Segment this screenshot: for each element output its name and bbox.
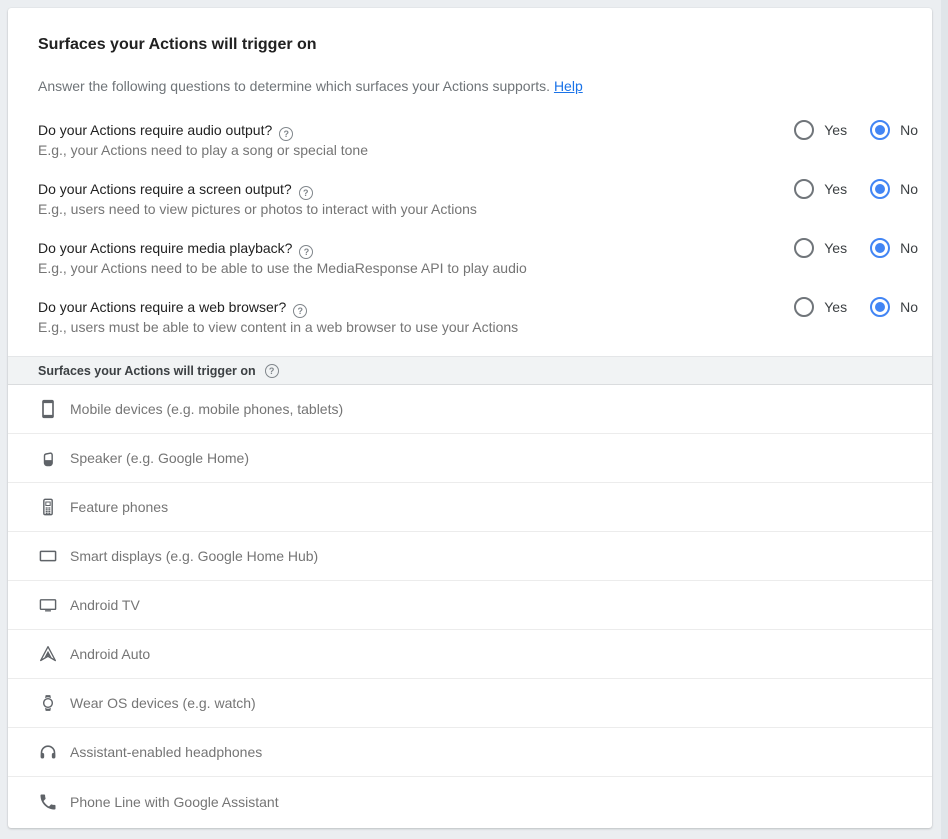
radio-group: Yes No [794,179,918,199]
surface-label: Mobile devices (e.g. mobile phones, tabl… [70,401,343,417]
question-text: Do your Actions require media playback? [38,240,292,256]
radio-yes-label[interactable]: Yes [824,240,847,256]
radio-yes[interactable] [794,120,814,140]
radio-no-label[interactable]: No [900,240,918,256]
radio-no[interactable] [870,179,890,199]
question-text-block: Do your Actions require a screen output?… [38,179,477,219]
surface-row: Feature phones [8,483,932,532]
radio-no-label[interactable]: No [900,122,918,138]
question-help-icon[interactable]: ? [293,304,307,318]
intro-text: Answer the following questions to determ… [38,76,902,96]
surface-label: Android Auto [70,646,150,662]
surface-label: Speaker (e.g. Google Home) [70,450,249,466]
radio-no-label[interactable]: No [900,299,918,315]
surface-label: Android TV [70,597,140,613]
questions-list: Do your Actions require audio output?? E… [8,120,932,337]
surface-label: Assistant-enabled headphones [70,744,262,760]
question-help-icon[interactable]: ? [299,245,313,259]
intro-sentence: Answer the following questions to determ… [38,78,550,94]
surfaces-section-header: Surfaces your Actions will trigger on ? [8,356,932,385]
radio-group: Yes No [794,297,918,317]
surfaces-section-header-label: Surfaces your Actions will trigger on [38,364,256,378]
scrollbar-track[interactable] [941,0,948,839]
question-row: Do your Actions require a screen output?… [38,179,918,219]
radio-yes-label[interactable]: Yes [824,122,847,138]
radio-no-label[interactable]: No [900,181,918,197]
section-help-icon[interactable]: ? [265,364,279,378]
help-link[interactable]: Help [554,78,583,94]
phone-icon [38,792,58,812]
question-example: E.g., your Actions need to be able to us… [38,258,527,278]
question-help-icon[interactable]: ? [299,186,313,200]
question-help-icon[interactable]: ? [279,127,293,141]
radio-yes[interactable] [794,238,814,258]
question-example: E.g., your Actions need to play a song o… [38,140,368,160]
question-text-block: Do your Actions require audio output?? E… [38,120,368,160]
question-text: Do your Actions require a web browser? [38,299,286,315]
surface-row: Smart displays (e.g. Google Home Hub) [8,532,932,581]
question-example: E.g., users must be able to view content… [38,317,518,337]
surfaces-list: Mobile devices (e.g. mobile phones, tabl… [8,385,932,826]
surfaces-card: Surfaces your Actions will trigger on An… [8,8,932,828]
radio-yes[interactable] [794,179,814,199]
question-text-block: Do your Actions require media playback??… [38,238,527,278]
page-title: Surfaces your Actions will trigger on [38,35,902,55]
question-row: Do your Actions require media playback??… [38,238,918,278]
surface-row: Assistant-enabled headphones [8,728,932,777]
smartphone-icon [38,399,58,419]
radio-yes[interactable] [794,297,814,317]
question-text: Do your Actions require a screen output? [38,181,292,197]
surface-label: Feature phones [70,499,168,515]
android-auto-icon [38,644,58,664]
speaker-icon [38,448,58,468]
feature-phone-icon [38,497,58,517]
question-text: Do your Actions require audio output? [38,122,272,138]
radio-no[interactable] [870,297,890,317]
surface-label: Smart displays (e.g. Google Home Hub) [70,548,318,564]
question-text-block: Do your Actions require a web browser?? … [38,297,518,337]
surface-row: Android TV [8,581,932,630]
surface-row: Wear OS devices (e.g. watch) [8,679,932,728]
radio-group: Yes No [794,238,918,258]
surface-row: Mobile devices (e.g. mobile phones, tabl… [8,385,932,434]
question-row: Do your Actions require a web browser?? … [38,297,918,337]
radio-no[interactable] [870,120,890,140]
surface-row: Speaker (e.g. Google Home) [8,434,932,483]
tv-icon [38,595,58,615]
surface-label: Wear OS devices (e.g. watch) [70,695,256,711]
smart-display-icon [38,546,58,566]
question-example: E.g., users need to view pictures or pho… [38,199,477,219]
headphones-icon [38,742,58,762]
surface-label: Phone Line with Google Assistant [70,794,279,810]
surface-row: Phone Line with Google Assistant [8,777,932,826]
surface-row: Android Auto [8,630,932,679]
radio-yes-label[interactable]: Yes [824,299,847,315]
question-row: Do your Actions require audio output?? E… [38,120,918,160]
radio-no[interactable] [870,238,890,258]
radio-yes-label[interactable]: Yes [824,181,847,197]
radio-group: Yes No [794,120,918,140]
watch-icon [38,693,58,713]
